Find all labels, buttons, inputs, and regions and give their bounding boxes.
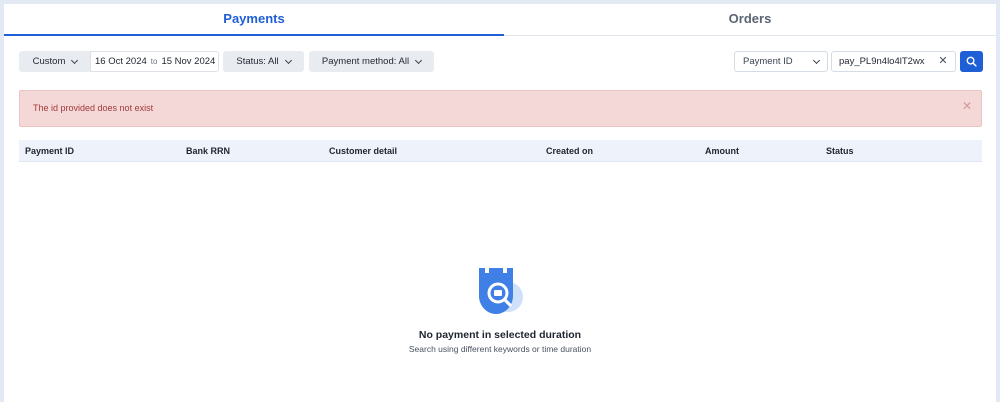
column-header-bank-rrn: Bank RRN (186, 146, 231, 156)
search-type-label: Payment ID (743, 56, 793, 67)
range-preset-label: Custom (32, 56, 66, 67)
chevron-down-icon (812, 56, 821, 64)
range-preset-dropdown[interactable]: Custom (19, 51, 91, 72)
column-header-created-on: Created on (546, 146, 594, 156)
date-to: 15 Nov 2024 (161, 56, 216, 67)
dismiss-error-close-icon[interactable]: ✕ (962, 99, 972, 113)
empty-search-illustration (479, 268, 523, 314)
chevron-down-icon (415, 56, 423, 64)
column-header-amount: Amount (705, 146, 739, 156)
search-icon (966, 56, 977, 67)
status-filter-dropdown[interactable]: Status: All (223, 51, 304, 72)
column-header-payment-id: Payment ID (25, 146, 75, 156)
clear-search-close-icon[interactable]: ✕ (936, 53, 950, 70)
tab-payments[interactable]: Payments (4, 4, 504, 36)
error-message: The id provided does not exist (33, 103, 154, 113)
status-filter-label: Status: All (236, 56, 279, 67)
search-type-dropdown[interactable]: Payment ID (734, 51, 828, 72)
search-button[interactable] (960, 51, 983, 72)
date-from: 16 Oct 2024 (95, 56, 147, 67)
table-header: Payment ID Bank RRN Customer detail Crea… (19, 140, 982, 162)
error-banner: The id provided does not exist ✕ (19, 90, 982, 127)
tab-orders[interactable]: Orders (504, 4, 996, 36)
payment-method-filter-label: Payment method: All (321, 56, 410, 67)
date-separator: to (150, 57, 158, 66)
tab-bar: Payments Orders (4, 4, 996, 36)
payment-method-filter-dropdown[interactable]: Payment method: All (309, 51, 434, 72)
column-header-status: Status (826, 146, 854, 156)
chevron-down-icon (71, 56, 79, 64)
chevron-down-icon (284, 56, 292, 64)
date-range-picker[interactable]: 16 Oct 2024 to 15 Nov 2024 (90, 51, 219, 72)
payments-panel: Payments Orders Custom 16 Oct 2024 to 15… (4, 4, 996, 402)
column-header-customer-detail: Customer detail (329, 146, 398, 156)
empty-state-subtitle: Search using different keywords or time … (408, 344, 592, 354)
empty-state-title: No payment in selected duration (418, 329, 582, 341)
